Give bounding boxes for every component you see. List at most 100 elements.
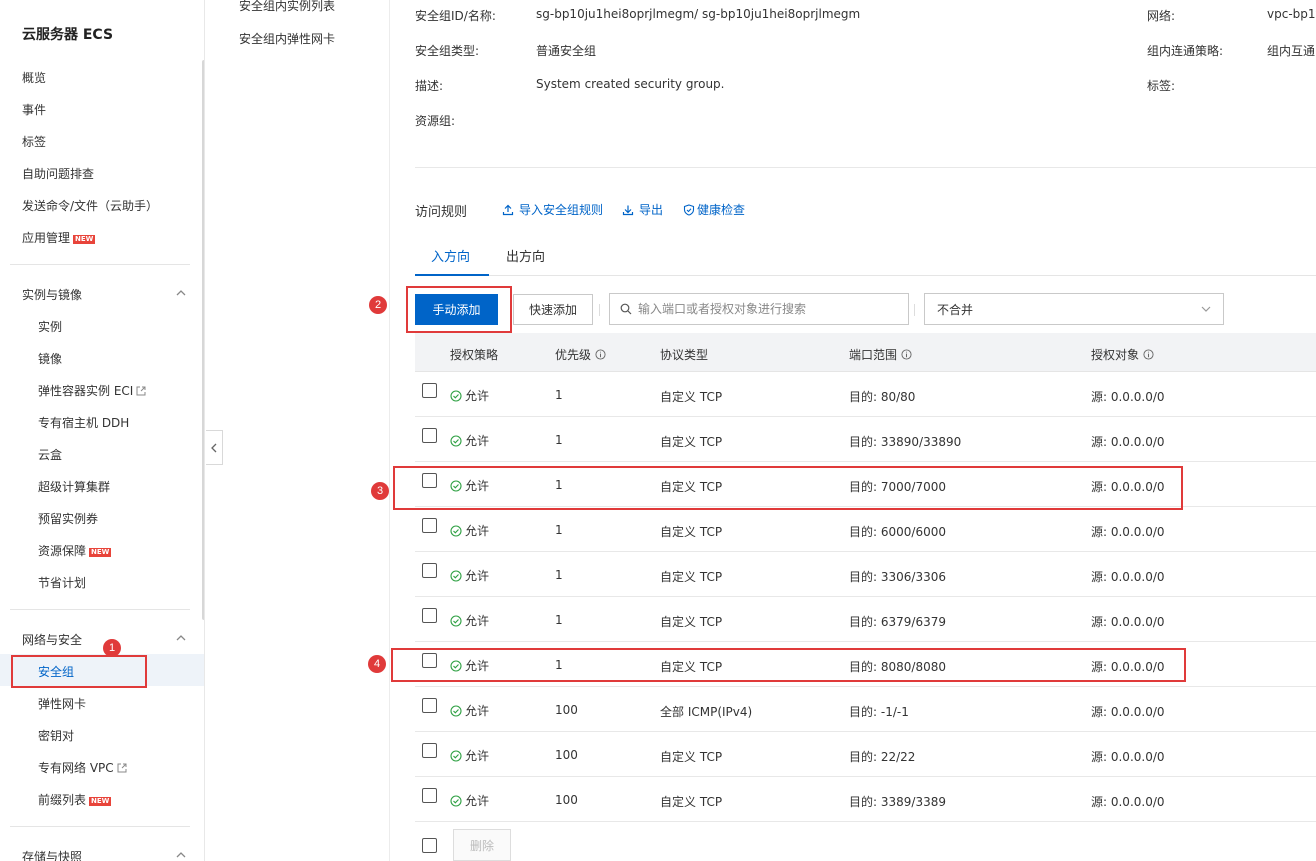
sidebar-item-vpc[interactable]: 专有网络 VPC xyxy=(38,759,127,776)
sidebar-item-reserved[interactable]: 预留实例券 xyxy=(38,510,98,527)
source-cell: 源: 0.0.0.0/0 xyxy=(1091,390,1165,404)
network-value[interactable]: vpc-bp1v xyxy=(1267,7,1316,21)
chevron-up-icon[interactable] xyxy=(176,633,186,643)
policy-text: 允许 xyxy=(465,749,490,763)
merge-select[interactable]: 不合并 xyxy=(924,293,1224,325)
collapse-sidebar-button[interactable] xyxy=(206,430,223,465)
sg-desc-value: System created security group. xyxy=(536,77,725,91)
sidebar-item-prefix-list[interactable]: 前缀列表 NEW xyxy=(38,791,112,808)
subnav-item-instances[interactable]: 安全组内实例列表 xyxy=(239,0,335,14)
chevron-up-icon[interactable] xyxy=(176,850,186,860)
col-source: 授权对象 xyxy=(1091,346,1154,363)
new-badge: NEW xyxy=(73,235,96,244)
policy-cell: 允许 xyxy=(450,792,489,809)
sidebar-item-savings-plan[interactable]: 节省计划 xyxy=(38,574,86,591)
column-label: 优先级 xyxy=(555,348,592,362)
policy-value: 组内互通 xyxy=(1267,44,1316,58)
row-checkbox[interactable] xyxy=(422,518,437,533)
annotation-number-1: 1 xyxy=(103,639,121,657)
group-storage-snapshots[interactable]: 存储与快照 xyxy=(22,848,82,861)
sidebar-item-cloudbox[interactable]: 云盒 xyxy=(38,446,62,463)
sidebar-item-images[interactable]: 镜像 xyxy=(38,350,62,367)
sidebar-item-eci[interactable]: 弹性容器实例 ECI xyxy=(38,382,146,399)
policy-cell: 允许 xyxy=(450,747,489,764)
check-circle-icon xyxy=(450,614,462,627)
policy-cell: 允许 xyxy=(450,702,489,719)
external-link-icon xyxy=(136,386,146,396)
info-icon[interactable] xyxy=(1143,349,1154,360)
policy-cell: 允许 xyxy=(450,432,489,449)
sidebar-scrollbar[interactable] xyxy=(202,60,204,620)
sidebar-item-overview[interactable]: 概览 xyxy=(22,69,46,86)
search-input[interactable] xyxy=(638,302,898,316)
policy-cell: 允许 xyxy=(450,612,489,629)
export-label: 导出 xyxy=(639,203,664,217)
sidebar-item-tags[interactable]: 标签 xyxy=(22,133,46,150)
new-badge: NEW xyxy=(89,797,112,806)
sidebar-item-app-management[interactable]: 应用管理 NEW xyxy=(22,229,96,246)
chevron-up-icon[interactable] xyxy=(176,288,186,298)
column-label: 协议类型 xyxy=(660,348,709,362)
source-cell: 源: 0.0.0.0/0 xyxy=(1091,705,1165,719)
sidebar-item-troubleshoot[interactable]: 自助问题排查 xyxy=(22,165,94,182)
row-checkbox[interactable] xyxy=(422,698,437,713)
annotation-number-2: 2 xyxy=(369,296,387,314)
row-checkbox[interactable] xyxy=(422,563,437,578)
source-cell: 源: 0.0.0.0/0 xyxy=(1091,435,1165,449)
sidebar-item-label: 弹性容器实例 ECI xyxy=(38,384,134,398)
sidebar-item-eni[interactable]: 弹性网卡 xyxy=(38,695,86,712)
policy-cell: 允许 xyxy=(450,567,489,584)
check-circle-icon xyxy=(450,524,462,537)
health-check-link[interactable]: 健康检查 xyxy=(683,201,745,218)
protocol-cell: 自定义 TCP xyxy=(660,435,723,449)
sidebar-item-supercomputing[interactable]: 超级计算集群 xyxy=(38,478,110,495)
port-cell: 目的: 80/80 xyxy=(849,390,916,404)
tab-outbound[interactable]: 出方向 xyxy=(506,246,545,265)
sidebar-item-label: 专有网络 VPC xyxy=(38,761,114,775)
rule-search-box[interactable] xyxy=(609,293,909,325)
policy-text: 允许 xyxy=(465,614,490,628)
sidebar-item-resource-assurance[interactable]: 资源保障 NEW xyxy=(38,542,112,559)
sg-type-value: 普通安全组 xyxy=(536,44,597,58)
access-rules-title: 访问规则 xyxy=(415,205,468,220)
row-checkbox[interactable] xyxy=(422,743,437,758)
priority-cell: 1 xyxy=(555,388,563,402)
source-cell: 源: 0.0.0.0/0 xyxy=(1091,750,1165,764)
import-rules-link[interactable]: 导入安全组规则 xyxy=(502,201,603,218)
delete-button[interactable]: 删除 xyxy=(453,829,511,861)
policy-text: 允许 xyxy=(465,704,490,718)
divider xyxy=(599,304,600,316)
shield-check-icon xyxy=(683,203,695,216)
sidebar-item-label: 资源保障 xyxy=(38,544,87,558)
info-icon[interactable] xyxy=(901,349,912,360)
tab-inbound[interactable]: 入方向 xyxy=(431,246,470,265)
sidebar-item-send-command[interactable]: 发送命令/文件（云助手） xyxy=(22,197,158,214)
row-checkbox[interactable] xyxy=(422,608,437,623)
group-network-security[interactable]: 网络与安全 xyxy=(22,631,82,648)
select-all-checkbox[interactable] xyxy=(422,838,437,853)
annotation-number-4: 4 xyxy=(368,655,386,673)
annotation-box-3 xyxy=(393,466,1183,510)
info-icon[interactable] xyxy=(595,349,606,360)
source-cell: 源: 0.0.0.0/0 xyxy=(1091,795,1165,809)
column-label: 端口范围 xyxy=(849,348,898,362)
row-checkbox[interactable] xyxy=(422,788,437,803)
sidebar-item-instances[interactable]: 实例 xyxy=(38,318,62,335)
row-checkbox[interactable] xyxy=(422,428,437,443)
export-link[interactable]: 导出 xyxy=(622,201,663,218)
col-priority: 优先级 xyxy=(555,346,606,363)
check-circle-icon xyxy=(450,434,462,447)
merge-select-value: 不合并 xyxy=(937,302,974,317)
quick-add-button[interactable]: 快速添加 xyxy=(513,294,593,325)
sidebar-item-keypair[interactable]: 密钥对 xyxy=(38,727,74,744)
sidebar-item-ddh[interactable]: 专有宿主机 DDH xyxy=(38,414,129,431)
sidebar-item-events[interactable]: 事件 xyxy=(22,101,46,118)
table-row: 允许 1 自定义 TCP 目的: 6000/6000 源: 0.0.0.0/0 xyxy=(415,507,1316,552)
annotation-box-2 xyxy=(406,286,512,333)
row-checkbox[interactable] xyxy=(422,383,437,398)
check-circle-icon xyxy=(450,749,462,762)
subnav-item-eni[interactable]: 安全组内弹性网卡 xyxy=(239,30,335,47)
sg-type-label: 安全组类型: xyxy=(415,44,480,58)
upload-icon xyxy=(502,204,514,215)
group-instances-images[interactable]: 实例与镜像 xyxy=(22,286,82,303)
